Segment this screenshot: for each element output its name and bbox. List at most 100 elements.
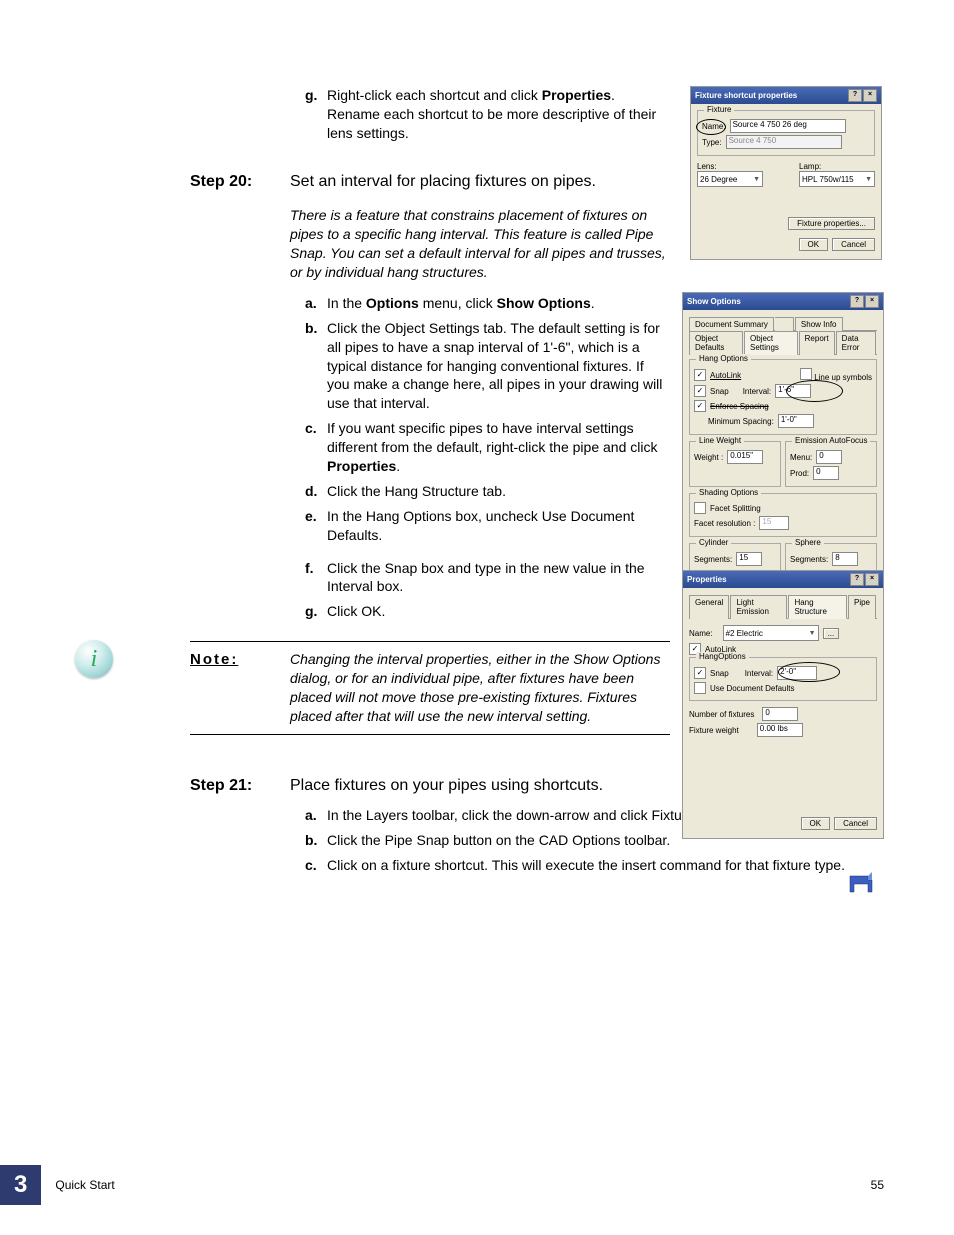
fixture-properties-button[interactable]: Fixture properties...	[788, 217, 875, 230]
dialog-titlebar[interactable]: Properties ? ×	[683, 571, 883, 588]
close-icon[interactable]: ×	[865, 295, 879, 308]
weight-input[interactable]: 0.015"	[727, 450, 763, 464]
name-input[interactable]: Source 4 750 26 deg	[730, 119, 846, 133]
properties-dialog: Properties ? × General Light Emission Ha…	[682, 570, 884, 839]
tab-hang-structure[interactable]: Hang Structure	[788, 595, 847, 619]
note-block: Note: Changing the interval properties, …	[190, 641, 670, 735]
item-text: Click the Object Settings tab. The defau…	[327, 319, 670, 413]
step-label: Step 21:	[190, 775, 290, 797]
item-text: Click the Hang Structure tab.	[327, 482, 670, 501]
menu-label: Menu:	[790, 453, 812, 462]
close-icon[interactable]: ×	[865, 573, 879, 586]
help-icon[interactable]: ?	[848, 89, 862, 102]
interval-label: Interval:	[745, 669, 773, 678]
facet-res-label: Facet resolution :	[694, 519, 755, 528]
cancel-button[interactable]: Cancel	[832, 238, 875, 251]
fieldset-legend: Cylinder	[696, 538, 731, 547]
ok-button[interactable]: OK	[801, 817, 831, 830]
tab-document-summary[interactable]: Document Summary	[689, 317, 774, 331]
step-title: Place fixtures on your pipes using short…	[290, 775, 670, 797]
lamp-select[interactable]: HPL 750w/115▼	[799, 171, 875, 187]
snap-label: Snap	[710, 387, 729, 396]
usedoc-label: Use Document Defaults	[710, 684, 794, 693]
help-icon[interactable]: ?	[850, 573, 864, 586]
item-text: If you want specific pipes to have inter…	[327, 419, 670, 476]
snap-checkbox[interactable]: ✓	[694, 667, 706, 679]
type-input: Source 4 750	[726, 135, 842, 149]
help-icon[interactable]: ?	[850, 295, 864, 308]
main-content: g. Right-click each shortcut and click P…	[190, 86, 670, 881]
lens-select[interactable]: 26 Degree▼	[697, 171, 763, 187]
fieldset-legend: Emission AutoFocus	[792, 436, 870, 445]
prod-input[interactable]: 0	[813, 466, 839, 480]
step-20-list: a.In the Options menu, click Show Option…	[305, 294, 670, 621]
facet-res-input: 15	[759, 516, 789, 530]
item-text: Right-click each shortcut and click Prop…	[327, 86, 670, 143]
sph-seg-label: Segments:	[790, 555, 828, 564]
prod-label: Prod:	[790, 469, 809, 478]
sph-seg-input[interactable]: 8	[832, 552, 858, 566]
info-icon: i	[75, 640, 113, 678]
tab-show-info[interactable]: Show Info	[795, 317, 843, 331]
item-text: Click the Snap box and type in the new v…	[327, 559, 670, 597]
tab-general[interactable]: General	[689, 595, 729, 619]
tab-data-error[interactable]: Data Error	[836, 331, 876, 355]
dialog-title: Fixture shortcut properties	[695, 91, 797, 100]
autolink-label: AutoLink	[710, 371, 741, 380]
tab-object-settings[interactable]: Object Settings	[744, 331, 798, 355]
dialog-title: Show Options	[687, 297, 741, 306]
tab-object-defaults[interactable]: Object Defaults	[689, 331, 743, 355]
minspacing-label: Minimum Spacing:	[708, 417, 774, 426]
dialog-titlebar[interactable]: Show Options ? ×	[683, 293, 883, 310]
cyl-seg-input[interactable]: 15	[736, 552, 762, 566]
fixture-shortcut-dialog: Fixture shortcut properties ? × Fixture …	[690, 86, 882, 260]
name-label: Name:	[689, 629, 713, 638]
tab-light-emission[interactable]: Light Emission	[730, 595, 787, 619]
name-select[interactable]: #2 Electric▼	[723, 625, 819, 641]
step-title: Set an interval for placing fixtures on …	[290, 171, 670, 193]
facet-split-label: Facet Splitting	[710, 504, 761, 513]
step-20-header: Step 20: Set an interval for placing fix…	[190, 171, 670, 193]
pipe-snap-icon	[848, 870, 876, 896]
fieldset-legend: Fixture	[704, 105, 734, 114]
ok-button[interactable]: OK	[799, 238, 829, 251]
enforce-checkbox[interactable]: ✓	[694, 400, 706, 412]
fieldset-legend: Hang Options	[696, 354, 751, 363]
usedoc-checkbox[interactable]	[694, 682, 706, 694]
autolink-checkbox[interactable]: ✓	[694, 369, 706, 381]
facet-split-checkbox[interactable]	[694, 502, 706, 514]
name-browse-button[interactable]: ...	[823, 628, 840, 639]
item-letter: g.	[305, 86, 327, 143]
fieldset-legend: HangOptions	[696, 652, 749, 661]
tab-row-2: Object Defaults Object Settings Report D…	[689, 330, 877, 355]
tab-pipe[interactable]: Pipe	[848, 595, 876, 619]
snap-checkbox[interactable]: ✓	[694, 385, 706, 397]
item-text: In the Hang Options box, uncheck Use Doc…	[327, 507, 670, 545]
snap-label: Snap	[710, 669, 729, 678]
tab-report[interactable]: Report	[799, 331, 835, 355]
fixweight-input: 0.00 lbs	[757, 723, 803, 737]
page-number: 55	[871, 1178, 884, 1192]
interval-label: Interval:	[743, 387, 771, 396]
cyl-seg-label: Segments:	[694, 555, 732, 564]
enforce-label: Enforce Spacing	[710, 402, 769, 411]
close-icon[interactable]: ×	[863, 89, 877, 102]
step-20-intro: There is a feature that constrains place…	[290, 206, 670, 282]
lens-label: Lens:	[697, 162, 763, 171]
numfix-label: Number of fixtures	[689, 710, 754, 719]
step-label: Step 20:	[190, 171, 290, 193]
lineup-checkbox[interactable]	[800, 368, 812, 380]
annotation-circle	[778, 662, 840, 682]
chapter-number: 3	[0, 1165, 41, 1205]
cancel-button[interactable]: Cancel	[834, 817, 877, 830]
fieldset-legend: Line Weight	[696, 436, 744, 445]
minspacing-input[interactable]: 1'-0"	[778, 414, 814, 428]
page-footer: 3 Quick Start 55	[0, 1165, 954, 1205]
dialog-titlebar[interactable]: Fixture shortcut properties ? ×	[691, 87, 881, 104]
type-label: Type:	[702, 138, 722, 147]
menu-input[interactable]: 0	[816, 450, 842, 464]
annotation-circle	[786, 380, 843, 402]
lamp-label: Lamp:	[799, 162, 875, 171]
dialog-title: Properties	[687, 575, 727, 584]
fixweight-label: Fixture weight	[689, 726, 739, 735]
